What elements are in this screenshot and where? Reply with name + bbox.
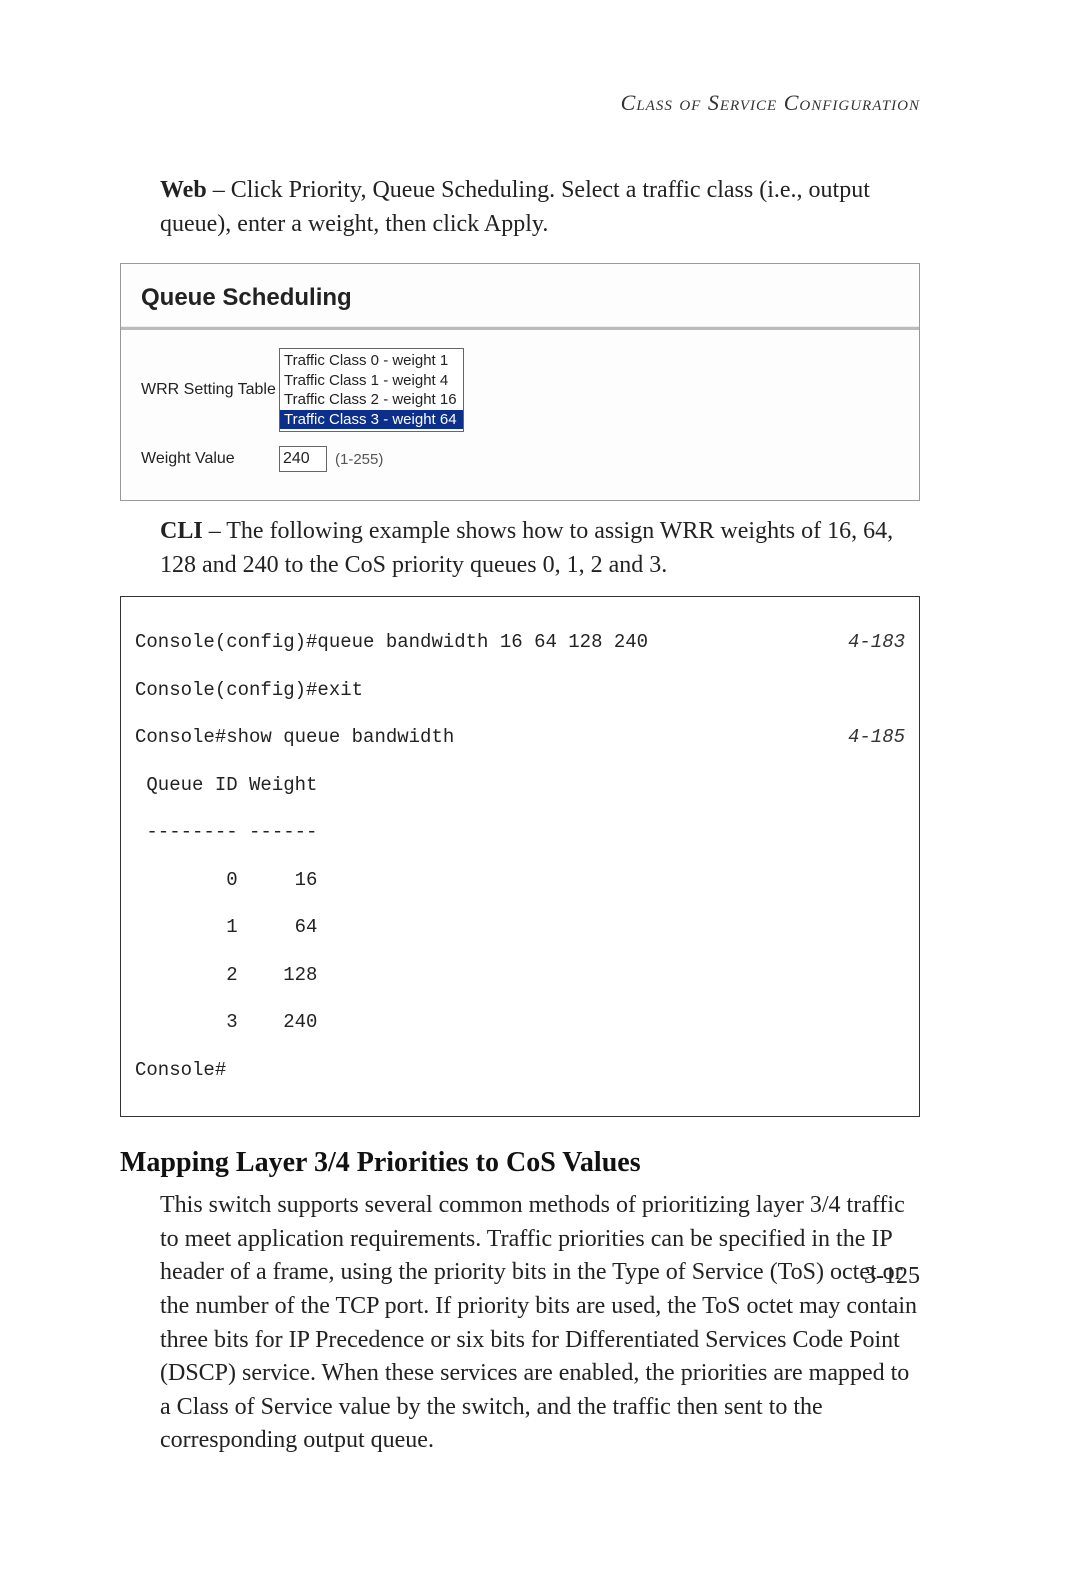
cli-ref-3: 4-185 <box>848 726 905 750</box>
cli-line-6: 0 16 <box>135 869 905 893</box>
cli-output-box: Console(config)#queue bandwidth 16 64 12… <box>120 596 920 1117</box>
section-body: This switch supports several common meth… <box>160 1189 920 1458</box>
weight-value-label: Weight Value <box>141 450 279 468</box>
web-paragraph: Web – Click Priority, Queue Scheduling. … <box>160 174 920 241</box>
wrr-setting-label: WRR Setting Table <box>141 381 279 399</box>
cli-line-10: Console# <box>135 1059 905 1083</box>
cli-cmd-3: Console#show queue bandwidth <box>135 726 454 750</box>
running-header: Class of Service Configuration <box>120 90 920 116</box>
cli-line-5: -------- ------ <box>135 821 905 845</box>
weight-value-input[interactable] <box>279 446 327 472</box>
traffic-class-option-3[interactable]: Traffic Class 3 - weight 64 <box>280 410 463 430</box>
figure-divider <box>121 326 919 330</box>
traffic-class-option-1[interactable]: Traffic Class 1 - weight 4 <box>280 371 463 391</box>
cli-line-7: 1 64 <box>135 916 905 940</box>
cli-line-1: Console(config)#queue bandwidth 16 64 12… <box>135 631 905 655</box>
cli-line-2: Console(config)#exit <box>135 679 905 703</box>
web-text: – Click Priority, Queue Scheduling. Sele… <box>160 177 870 237</box>
figure-title: Queue Scheduling <box>141 284 899 312</box>
wrr-setting-listbox[interactable]: Traffic Class 0 - weight 1 Traffic Class… <box>279 348 464 432</box>
cli-ref-1: 4-183 <box>848 631 905 655</box>
cli-line-9: 3 240 <box>135 1011 905 1035</box>
traffic-class-option-0[interactable]: Traffic Class 0 - weight 1 <box>280 351 463 371</box>
cli-lead: CLI <box>160 518 203 544</box>
traffic-class-option-2[interactable]: Traffic Class 2 - weight 16 <box>280 390 463 410</box>
cli-text: – The following example shows how to ass… <box>160 518 893 578</box>
queue-scheduling-figure: Queue Scheduling WRR Setting Table Traff… <box>120 263 920 501</box>
cli-cmd-1: Console(config)#queue bandwidth 16 64 12… <box>135 631 648 655</box>
cli-paragraph: CLI – The following example shows how to… <box>160 515 920 582</box>
cli-line-8: 2 128 <box>135 964 905 988</box>
page-number: 3-125 <box>864 1263 920 1290</box>
cli-line-4: Queue ID Weight <box>135 774 905 798</box>
section-heading: Mapping Layer 3/4 Priorities to CoS Valu… <box>120 1147 920 1179</box>
weight-value-row: Weight Value (1-255) <box>141 446 899 472</box>
weight-value-hint: (1-255) <box>335 451 383 468</box>
cli-line-3: Console#show queue bandwidth 4-185 <box>135 726 905 750</box>
web-lead: Web <box>160 177 207 203</box>
wrr-setting-row: WRR Setting Table Traffic Class 0 - weig… <box>141 348 899 432</box>
